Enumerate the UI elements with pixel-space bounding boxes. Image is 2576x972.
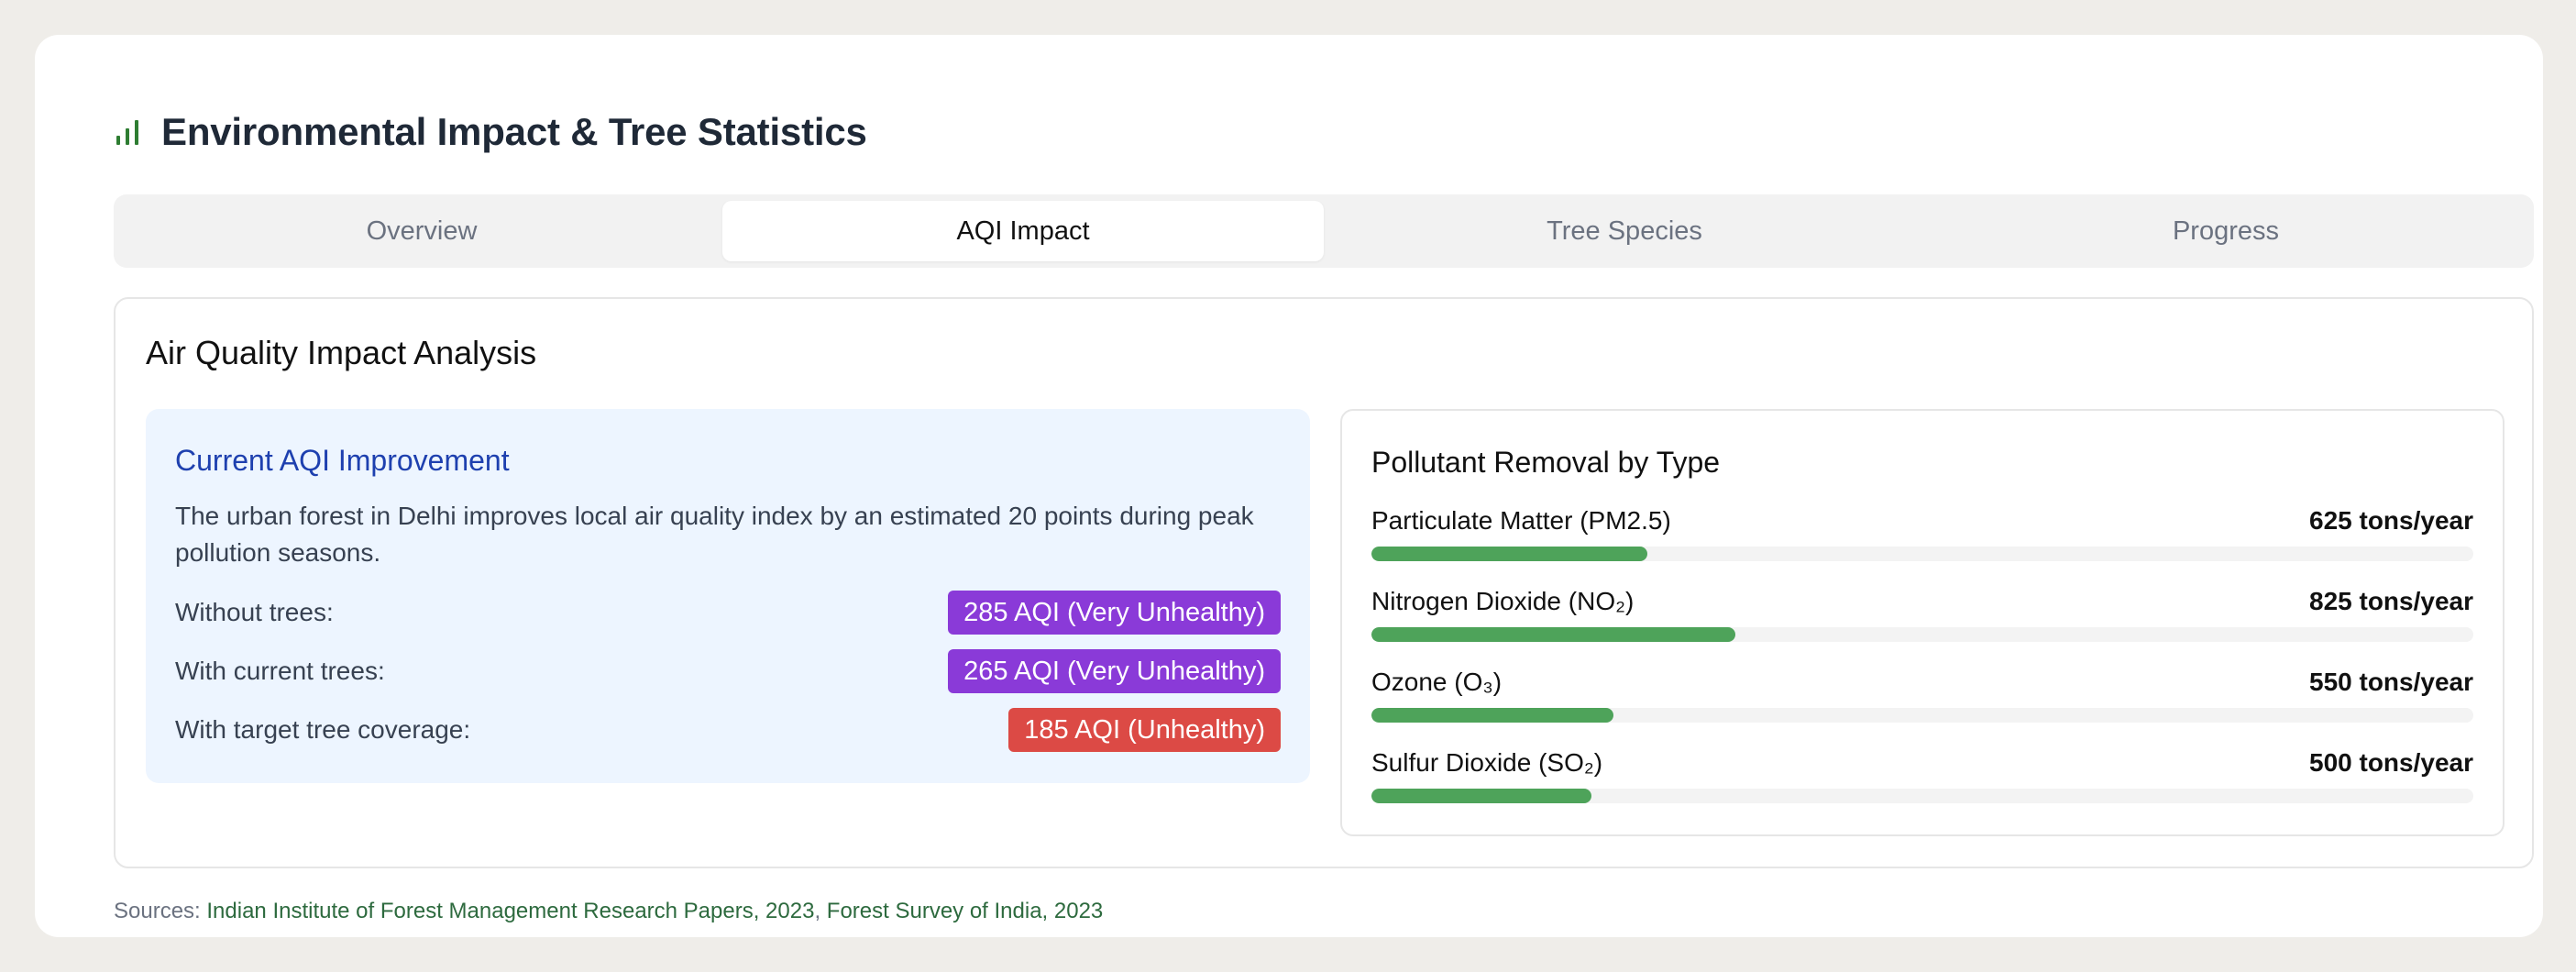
aqi-improvement-title: Current AQI Improvement bbox=[175, 444, 510, 477]
aqi-improvement-box: Current AQI Improvement The urban forest… bbox=[146, 409, 1310, 783]
progress-fill bbox=[1371, 708, 1614, 723]
aqi-row-current-trees: With current trees: 265 AQI (Very Unheal… bbox=[175, 649, 1281, 693]
tab-overview[interactable]: Overview bbox=[121, 201, 722, 261]
progress-fill bbox=[1371, 547, 1647, 561]
pollutant-value: 625 tons/year bbox=[2309, 506, 2473, 535]
aqi-row-without-trees: Without trees: 285 AQI (Very Unhealthy) bbox=[175, 591, 1281, 635]
progress-fill bbox=[1371, 627, 1735, 642]
pollutant-row-so2: Sulfur Dioxide (SO₂) 500 tons/year bbox=[1371, 746, 2473, 803]
aqi-impact-panel: Air Quality Impact Analysis Current AQI … bbox=[114, 297, 2534, 868]
sources-label: Sources: bbox=[114, 899, 201, 923]
pollutant-value: 500 tons/year bbox=[2309, 748, 2473, 777]
statistics-card: Environmental Impact & Tree Statistics O… bbox=[35, 35, 2543, 937]
panel-title: Air Quality Impact Analysis bbox=[146, 334, 537, 371]
pollutant-row-pm25: Particulate Matter (PM2.5) 625 tons/year bbox=[1371, 504, 2473, 561]
card-header: Environmental Impact & Tree Statistics bbox=[114, 110, 867, 154]
pollutant-name: Ozone (O₃) bbox=[1371, 668, 1503, 696]
aqi-row-target-coverage: With target tree coverage: 185 AQI (Unhe… bbox=[175, 708, 1281, 752]
progress-track bbox=[1371, 627, 2473, 642]
aqi-row-label: Without trees: bbox=[175, 598, 334, 626]
aqi-badge: 285 AQI (Very Unhealthy) bbox=[948, 591, 1281, 635]
progress-track bbox=[1371, 708, 2473, 723]
page-title: Environmental Impact & Tree Statistics bbox=[161, 110, 867, 153]
tab-progress[interactable]: Progress bbox=[1925, 201, 2526, 261]
pollutant-removal-box: Pollutant Removal by Type Particulate Ma… bbox=[1340, 409, 2504, 836]
pollutant-name: Nitrogen Dioxide (NO₂) bbox=[1371, 587, 1635, 615]
tab-tree-species[interactable]: Tree Species bbox=[1324, 201, 1925, 261]
tab-aqi-impact[interactable]: AQI Impact bbox=[722, 201, 1324, 261]
progress-fill bbox=[1371, 789, 1592, 803]
pollutant-name: Sulfur Dioxide (SO₂) bbox=[1371, 748, 1603, 777]
aqi-description: The urban forest in Delhi improves local… bbox=[175, 502, 1254, 567]
aqi-badge: 185 AQI (Unhealthy) bbox=[1008, 708, 1281, 752]
pollutant-name: Particulate Matter (PM2.5) bbox=[1371, 506, 1671, 535]
pollutant-row-no2: Nitrogen Dioxide (NO₂) 825 tons/year bbox=[1371, 585, 2473, 642]
source-link-fsi[interactable]: Forest Survey of India, 2023 bbox=[827, 899, 1104, 923]
aqi-badge: 265 AQI (Very Unhealthy) bbox=[948, 649, 1281, 693]
pollutant-value: 825 tons/year bbox=[2309, 587, 2473, 615]
pollutant-value: 550 tons/year bbox=[2309, 668, 2473, 696]
sources-line: Sources: Indian Institute of Forest Mana… bbox=[114, 899, 1104, 923]
aqi-row-label: With target tree coverage: bbox=[175, 715, 471, 744]
tab-bar: Overview AQI Impact Tree Species Progres… bbox=[114, 194, 2534, 268]
progress-track bbox=[1371, 789, 2473, 803]
bar-chart-icon bbox=[114, 117, 141, 147]
progress-track bbox=[1371, 547, 2473, 561]
pollutant-row-ozone: Ozone (O₃) 550 tons/year bbox=[1371, 666, 2473, 723]
aqi-row-label: With current trees: bbox=[175, 657, 385, 685]
source-link-iifm[interactable]: Indian Institute of Forest Management Re… bbox=[206, 899, 814, 923]
pollutant-removal-title: Pollutant Removal by Type bbox=[1371, 446, 1721, 479]
